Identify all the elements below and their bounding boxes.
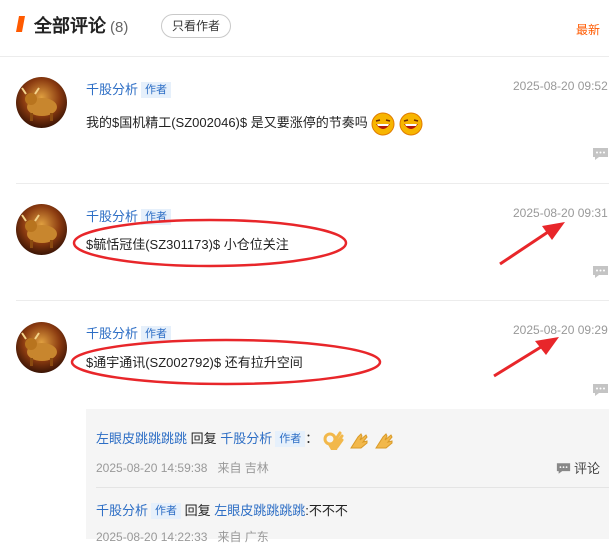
comment-author[interactable]: 千股分析 作者	[86, 323, 172, 342]
divider	[0, 56, 609, 57]
reply-time: 2025-08-20 14:22:33	[96, 530, 208, 544]
arrow-icon	[493, 337, 559, 378]
divider	[16, 183, 609, 184]
comment-icon[interactable]	[592, 147, 609, 161]
reply-word: 回复	[184, 503, 211, 518]
comment-text: $毓恬冠佳(SZ301173)$ 小仓位关注	[86, 237, 289, 252]
author-only-button[interactable]: 只看作者	[161, 14, 231, 38]
reply-meta: 2025-08-20 14:22:33 来自 广东	[96, 528, 269, 545]
comment-text: 我的$国机精工(SZ002046)$ 是又要涨停的节奏吗	[86, 110, 423, 136]
laughing-emoji-icon	[371, 112, 395, 136]
section-accent-icon	[16, 16, 25, 32]
ok-hand-emoji-icon	[323, 431, 344, 450]
reply-colon: ：	[305, 431, 319, 446]
avatar[interactable]	[16, 204, 67, 255]
comment-text: $通宇通讯(SZ002792)$ 还有拉升空间	[86, 355, 303, 370]
comment-count: (8)	[110, 19, 129, 36]
reply-to-user[interactable]: 左眼皮跳跳跳跳	[214, 503, 305, 518]
reply-source: 来自 吉林	[217, 461, 269, 475]
reply-item: 左眼皮跳跳跳跳 回复 千股分析 作者：	[96, 428, 395, 451]
divider	[16, 300, 609, 301]
reply-source: 来自 广东	[217, 530, 269, 544]
arrow-icon	[499, 222, 565, 266]
comment-author[interactable]: 千股分析 作者	[86, 79, 172, 98]
author-badge: 作者	[275, 431, 306, 447]
laughing-emoji-icon	[399, 112, 423, 136]
section-title: 全部评论 (8)	[34, 16, 129, 36]
reply-time: 2025-08-20 14:59:38	[96, 461, 208, 475]
reply-from-user[interactable]: 千股分析	[96, 503, 148, 518]
reply-to-user[interactable]: 千股分析	[220, 431, 272, 446]
comment-author[interactable]: 千股分析 作者	[86, 206, 172, 225]
comment-icon[interactable]	[592, 265, 609, 279]
comment-time: 2025-08-20 09:31	[513, 206, 608, 220]
comment-time: 2025-08-20 09:29	[513, 323, 608, 337]
author-badge: 作者	[141, 82, 172, 98]
comment-time: 2025-08-20 09:52	[513, 79, 608, 93]
avatar[interactable]	[16, 322, 67, 373]
reply-text: :不不不	[305, 503, 348, 518]
avatar[interactable]	[16, 77, 67, 128]
reply-item: 千股分析 作者 回复 左眼皮跳跳跳跳:不不不	[96, 500, 348, 519]
author-badge: 作者	[141, 326, 172, 342]
author-badge: 作者	[141, 209, 172, 225]
reply-comment-button[interactable]: 评论	[556, 458, 600, 477]
hands-emoji-icon	[375, 432, 393, 449]
reply-word: 回复	[190, 431, 217, 446]
reply-meta: 2025-08-20 14:59:38 来自 吉林	[96, 459, 269, 476]
author-badge: 作者	[151, 503, 182, 519]
sort-latest-link[interactable]: 最新	[576, 21, 600, 38]
reply-from-user[interactable]: 左眼皮跳跳跳跳	[96, 431, 187, 446]
divider	[96, 487, 609, 488]
comment-icon[interactable]	[592, 383, 609, 397]
comment-icon	[556, 463, 571, 474]
hands-emoji-icon	[349, 432, 368, 449]
